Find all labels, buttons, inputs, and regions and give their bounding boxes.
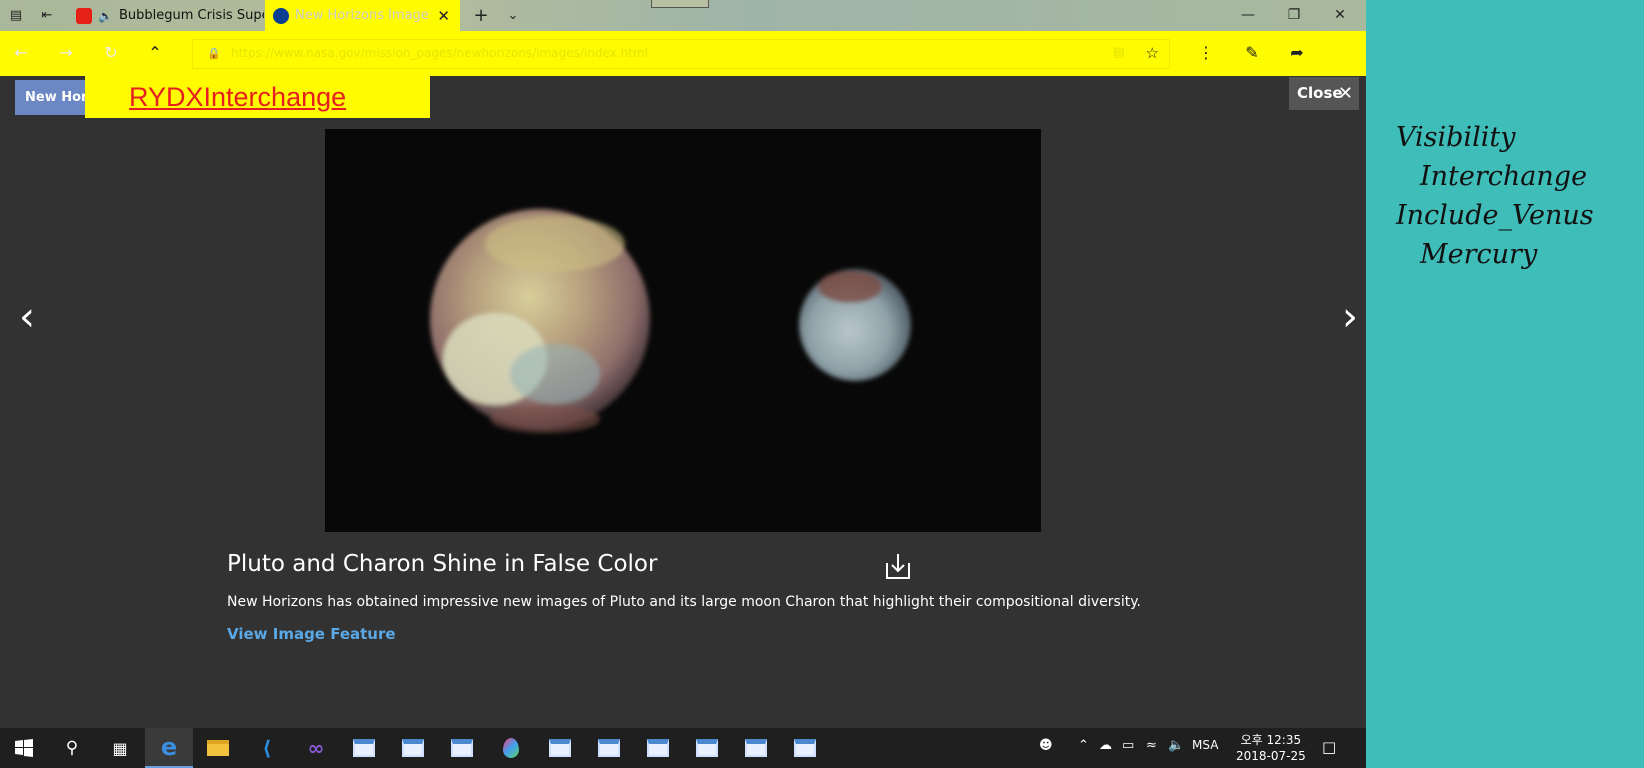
window-app-icon[interactable] [585, 728, 633, 768]
edge-icon[interactable]: e [145, 728, 193, 768]
image-title: Pluto and Charon Shine in False Color [227, 551, 658, 577]
start-button[interactable] [0, 728, 48, 768]
show-hidden-icons-chevron-icon[interactable]: ⌃ [1078, 738, 1089, 753]
url-field[interactable]: 🔒 https://www.nasa.gov/mission_pages/new… [192, 39, 1170, 69]
pluto-planet [430, 209, 650, 433]
battery-icon[interactable]: ▭ [1122, 738, 1134, 753]
wifi-icon[interactable]: ≈ [1146, 738, 1157, 753]
people-icon[interactable]: ☻ [1039, 738, 1053, 753]
note-line: Include_Venus [1396, 200, 1594, 231]
minimize-button[interactable]: — [1225, 0, 1271, 31]
paint-3d-icon[interactable] [487, 728, 535, 768]
tab-youtube[interactable]: 🔈 Bubblegum Crisis Supe [68, 0, 264, 31]
overlay-link[interactable]: RYDXInterchange [129, 82, 346, 113]
url-text: https://www.nasa.gov/mission_pages/newho… [231, 46, 648, 60]
window-app-icon[interactable] [732, 728, 780, 768]
address-toolbar: ← → ↻ ⌃ 🔒 https://www.nasa.gov/mission_p… [0, 31, 1366, 76]
next-arrow-icon[interactable]: › [1333, 295, 1366, 339]
note-line: Interchange [1420, 161, 1588, 192]
new-tab-icon[interactable]: + [471, 6, 491, 26]
close-button[interactable]: Close ✕ [1289, 77, 1359, 110]
forward-icon[interactable]: → [51, 39, 81, 67]
window-app-icon[interactable] [634, 728, 682, 768]
reading-view-icon[interactable]: ▤ [1113, 45, 1125, 60]
side-notes: Visibility Interchange Include_Venus Mer… [1396, 118, 1594, 274]
close-window-button[interactable]: ✕ [1317, 0, 1363, 31]
task-view-icon[interactable]: ▦ [96, 728, 144, 768]
onedrive-icon[interactable]: ☁ [1099, 738, 1112, 753]
charon-moon [799, 269, 911, 381]
close-icon: ✕ [1337, 83, 1353, 104]
volume-icon[interactable]: 🔈 [1168, 738, 1184, 753]
image-description: New Horizons has obtained impressive new… [227, 594, 1141, 610]
restore-button[interactable]: ❐ [1271, 0, 1317, 31]
visual-studio-icon[interactable]: ∞ [292, 728, 340, 768]
pen-icon[interactable]: ✎ [1237, 39, 1267, 67]
window-app-icon[interactable] [389, 728, 437, 768]
clock-date: 2018-07-25 [1236, 749, 1306, 763]
favorites-hub-icon[interactable]: ⋮ [1191, 39, 1221, 67]
file-explorer-icon[interactable] [194, 728, 242, 768]
overlay-box: RYDXInterchange [85, 76, 430, 118]
vscode-icon[interactable]: ⟨ [243, 728, 291, 768]
window-app-icon[interactable] [340, 728, 388, 768]
favorite-star-icon[interactable]: ☆ [1146, 44, 1159, 62]
tab-title: Bubblegum Crisis Supe [118, 8, 264, 23]
tab-preview-chevron-icon[interactable]: ⌄ [503, 6, 523, 26]
note-line: Mercury [1420, 239, 1538, 270]
tab-nasa[interactable]: New Horizons Image ✕ [265, 0, 460, 31]
lock-icon: 🔒 [207, 47, 221, 60]
close-tab-icon[interactable]: ✕ [437, 7, 450, 25]
ime-indicator[interactable]: MSA [1192, 738, 1218, 752]
action-center-icon[interactable]: □ [1322, 738, 1336, 756]
view-image-feature-link[interactable]: View Image Feature [227, 625, 396, 643]
clock-time: 오후 12:35 [1240, 733, 1302, 747]
search-icon[interactable]: ⚲ [48, 728, 96, 768]
browser-tab-bar: ▤ ⇤ 🔈 Bubblegum Crisis Supe New Horizons… [0, 0, 1366, 31]
window-app-icon[interactable] [536, 728, 584, 768]
speaker-icon[interactable]: 🔈 [98, 9, 113, 23]
desktop-screen: ▤ ⇤ 🔈 Bubblegum Crisis Supe New Horizons… [0, 0, 1366, 768]
set-aside-tabs-icon[interactable]: ⇤ [37, 6, 57, 26]
refresh-icon[interactable]: ↻ [96, 39, 126, 67]
close-label: Close [1297, 84, 1343, 102]
nasa-icon [273, 7, 289, 24]
previous-arrow-icon[interactable]: ‹ [10, 295, 44, 339]
windows-logo-icon [15, 739, 33, 757]
window-app-icon[interactable] [438, 728, 486, 768]
tab-manager-icon[interactable]: ▤ [6, 6, 26, 26]
window-drag-handle[interactable] [651, 0, 709, 8]
window-app-icon[interactable] [683, 728, 731, 768]
youtube-icon [76, 7, 92, 24]
tab-title: New Horizons Image [295, 8, 429, 23]
home-icon[interactable]: ⌃ [140, 39, 170, 67]
back-icon[interactable]: ← [6, 39, 36, 67]
share-icon[interactable]: ➦ [1282, 39, 1312, 67]
note-line: Visibility [1396, 122, 1516, 153]
window-app-icon[interactable] [781, 728, 829, 768]
taskbar: ⚲ ▦ e ⟨ ∞ ☻ ⌃ ☁ ▭ ≈ 🔈 MSA 오후 12:35 2018-… [0, 728, 1366, 768]
download-icon[interactable] [883, 551, 913, 581]
system-clock[interactable]: 오후 12:35 2018-07-25 [1236, 732, 1306, 764]
gallery-image [325, 129, 1041, 532]
